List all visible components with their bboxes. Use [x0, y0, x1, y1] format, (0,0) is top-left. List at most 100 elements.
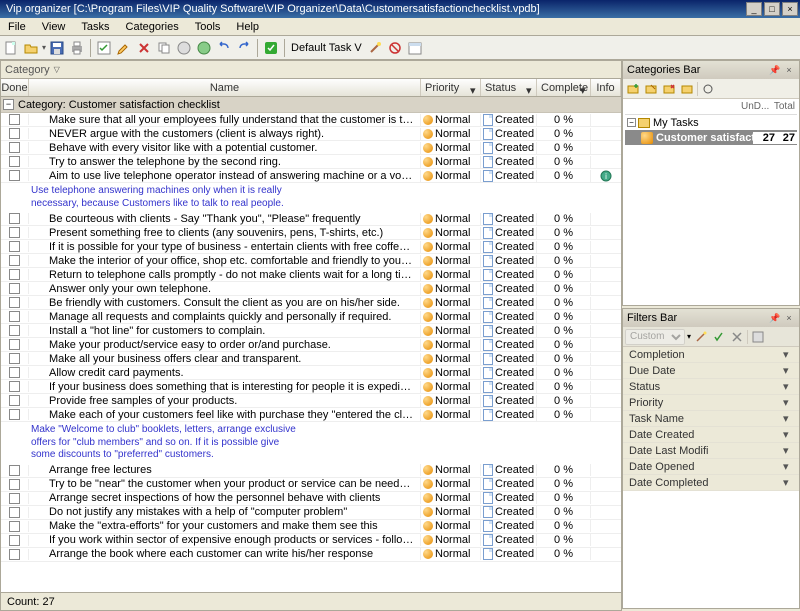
chevron-down-icon[interactable]: ▾ [783, 348, 793, 361]
task-row[interactable]: If your business does something that is … [1, 380, 621, 394]
filter-preset-select[interactable]: Custom [625, 329, 685, 345]
done-checkbox[interactable] [9, 128, 20, 139]
filter-row[interactable]: Task Name▾ [623, 411, 799, 427]
calendar-icon[interactable] [406, 39, 424, 57]
info-icon[interactable]: i [600, 170, 612, 182]
col-priority[interactable]: Priority▾ [421, 79, 481, 96]
delete-category-icon[interactable] [661, 81, 677, 97]
chevron-down-icon[interactable]: ▾ [783, 396, 793, 409]
task-row[interactable]: Be friendly with customers. Consult the … [1, 296, 621, 310]
filter-row[interactable]: Date Opened▾ [623, 459, 799, 475]
task-row[interactable]: Answer only your own telephone.NormalCre… [1, 282, 621, 296]
chevron-down-icon[interactable]: ▾ [783, 364, 793, 377]
clear-icon[interactable] [386, 39, 404, 57]
done-checkbox[interactable] [9, 114, 20, 125]
menu-tools[interactable]: Tools [187, 19, 229, 35]
task-row[interactable]: Be courteous with clients - Say "Thank y… [1, 212, 621, 226]
chevron-down-icon[interactable]: ▾ [783, 428, 793, 441]
filter-wand-icon[interactable] [693, 329, 709, 345]
done-checkbox[interactable] [9, 339, 20, 350]
done-checkbox[interactable] [9, 283, 20, 294]
task-grid[interactable]: −Category: Customer satisfaction checkli… [1, 97, 621, 592]
minimize-button[interactable]: _ [746, 2, 762, 16]
task-icon[interactable] [95, 39, 113, 57]
filter-row[interactable]: Priority▾ [623, 395, 799, 411]
task-row[interactable]: Aim to use live telephone operator inste… [1, 169, 621, 183]
done-checkbox[interactable] [9, 311, 20, 322]
done-checkbox[interactable] [9, 156, 20, 167]
task-row[interactable]: If you work within sector of expensive e… [1, 534, 621, 548]
filter-dropdown-icon[interactable]: ▾ [526, 84, 534, 92]
task-row[interactable]: Make the "extra-efforts" for your custom… [1, 520, 621, 534]
category-group-row[interactable]: −Category: Customer satisfaction checkli… [1, 97, 621, 113]
delete-icon[interactable] [135, 39, 153, 57]
filter-row[interactable]: Due Date▾ [623, 363, 799, 379]
redo-icon[interactable] [235, 39, 253, 57]
done-checkbox[interactable] [9, 535, 20, 546]
task-row[interactable]: Allow credit card payments.NormalCreated… [1, 366, 621, 380]
task-row[interactable]: Present something free to clients (any s… [1, 226, 621, 240]
done-checkbox[interactable] [9, 353, 20, 364]
category-dropdown-label[interactable]: Category [5, 64, 50, 76]
chevron-down-icon[interactable]: ▾ [783, 380, 793, 393]
move-category-icon[interactable] [679, 81, 695, 97]
task-row[interactable]: Install a "hot line" for customers to co… [1, 324, 621, 338]
print-icon[interactable] [68, 39, 86, 57]
task-row[interactable]: Do not justify any mistakes with a help … [1, 506, 621, 520]
task-row[interactable]: Manage all requests and complaints quick… [1, 310, 621, 324]
filter-row[interactable]: Date Completed▾ [623, 475, 799, 491]
done-checkbox[interactable] [9, 269, 20, 280]
menu-tasks[interactable]: Tasks [73, 19, 117, 35]
task-row[interactable]: Make all your business offers clear and … [1, 352, 621, 366]
task-row[interactable]: Return to telephone calls promptly - do … [1, 268, 621, 282]
chevron-down-icon[interactable]: ▾ [783, 460, 793, 473]
tree-item-selected[interactable]: Customer satisfaction chec 27 27 [625, 130, 797, 145]
done-checkbox[interactable] [9, 255, 20, 266]
task-row[interactable]: Try to answer the telephone by the secon… [1, 155, 621, 169]
done-checkbox[interactable] [9, 507, 20, 518]
filter-row[interactable]: Completion▾ [623, 347, 799, 363]
menu-view[interactable]: View [34, 19, 74, 35]
chevron-down-icon[interactable]: ▾ [783, 412, 793, 425]
done-checkbox[interactable] [9, 227, 20, 238]
done-checkbox[interactable] [9, 213, 20, 224]
menu-help[interactable]: Help [228, 19, 267, 35]
menu-categories[interactable]: Categories [118, 19, 187, 35]
undo-icon[interactable] [215, 39, 233, 57]
filter-row[interactable]: Date Created▾ [623, 427, 799, 443]
done-checkbox[interactable] [9, 409, 20, 420]
task-row[interactable]: Make each of your customers feel like wi… [1, 408, 621, 422]
col-complete[interactable]: Complete▾ [537, 79, 591, 96]
default-task-dropdown[interactable]: Default Task V [289, 41, 364, 55]
task-row[interactable]: If it is possible for your type of busin… [1, 240, 621, 254]
maximize-button[interactable]: □ [764, 2, 780, 16]
done-checkbox[interactable] [9, 521, 20, 532]
toggle-icon[interactable] [195, 39, 213, 57]
done-checkbox[interactable] [9, 479, 20, 490]
done-checkbox[interactable] [9, 367, 20, 378]
filter-dropdown-icon[interactable]: ▾ [470, 84, 478, 92]
filter-row[interactable]: Date Last Modifi▾ [623, 443, 799, 459]
done-checkbox[interactable] [9, 549, 20, 560]
close-button[interactable]: × [782, 2, 798, 16]
save-icon[interactable] [48, 39, 66, 57]
menu-file[interactable]: File [0, 19, 34, 35]
panel-close-icon[interactable]: × [783, 312, 795, 324]
col-status[interactable]: Status▾ [481, 79, 537, 96]
filter-green-icon[interactable] [262, 39, 280, 57]
expand-icon[interactable]: − [3, 99, 14, 110]
add-category-icon[interactable] [625, 81, 641, 97]
done-checkbox[interactable] [9, 395, 20, 406]
wand-icon[interactable] [366, 39, 384, 57]
task-row[interactable]: Provide free samples of your products.No… [1, 394, 621, 408]
done-checkbox[interactable] [9, 142, 20, 153]
edit-category-icon[interactable] [643, 81, 659, 97]
new-file-icon[interactable] [2, 39, 20, 57]
task-row[interactable]: Arrange secret inspections of how the pe… [1, 492, 621, 506]
filter-delete-icon[interactable] [729, 329, 745, 345]
done-checkbox[interactable] [9, 465, 20, 476]
task-row[interactable]: Arrange free lecturesNormalCreated0 % [1, 464, 621, 478]
filter-row[interactable]: Status▾ [623, 379, 799, 395]
done-checkbox[interactable] [9, 381, 20, 392]
chevron-down-icon[interactable]: ▾ [783, 444, 793, 457]
